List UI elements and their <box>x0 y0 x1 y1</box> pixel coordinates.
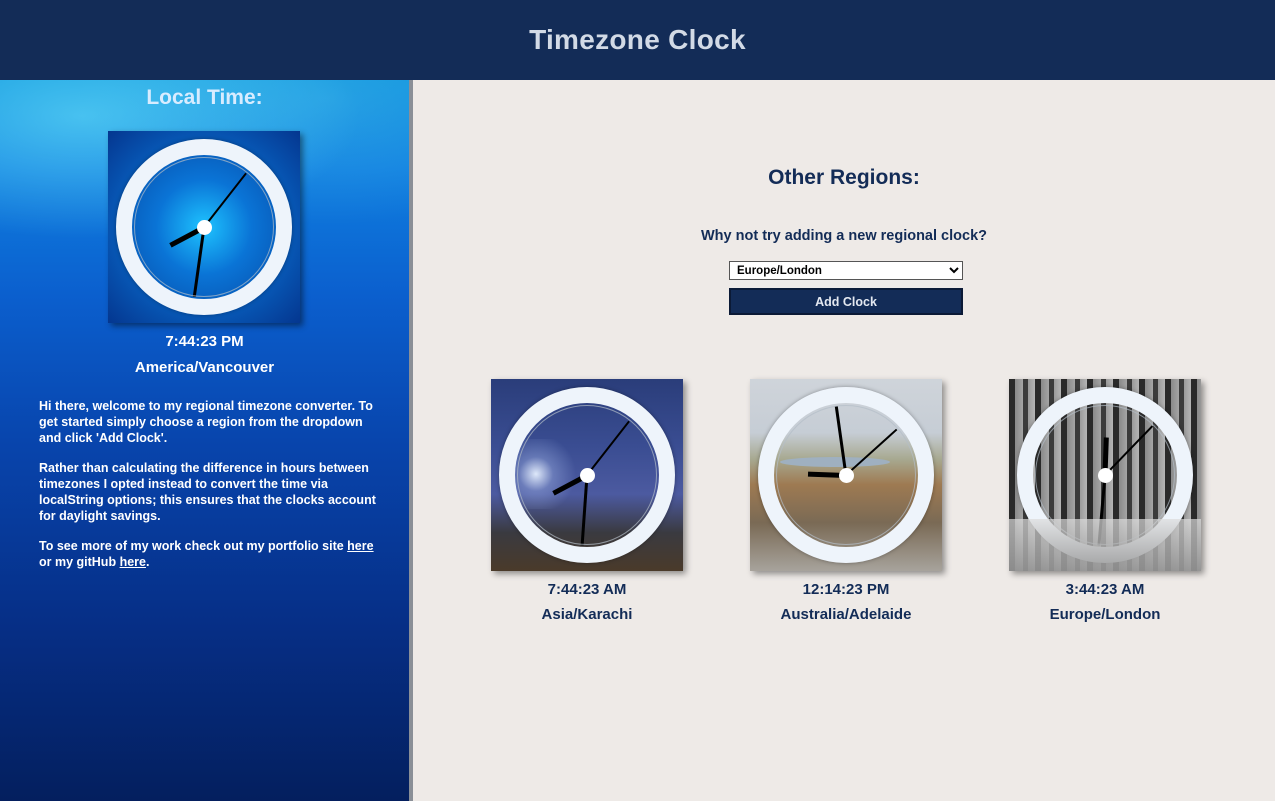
region-clock-tile <box>1009 379 1201 571</box>
region-clock-tile <box>750 379 942 571</box>
intro-p3-middle: or my gitHub <box>39 555 120 569</box>
local-clock-face <box>116 139 292 315</box>
second-hand <box>586 420 630 476</box>
local-time-text: 7:44:23 PM <box>165 333 244 350</box>
intro-p3-after: . <box>145 555 150 569</box>
region-select[interactable]: Europe/London <box>729 261 963 280</box>
second-hand <box>1104 425 1153 476</box>
add-clock-prompt: Why not try adding a new regional clock? <box>700 228 987 244</box>
clock-center-pin <box>1097 467 1113 483</box>
intro-paragraph-1: Hi there, welcome to my regional timezon… <box>39 399 373 445</box>
region-clock-face <box>1017 387 1193 563</box>
hour-hand <box>807 471 847 478</box>
hour-hand <box>552 472 589 496</box>
other-regions-heading: Other Regions: <box>768 166 920 189</box>
region-clock-card: 7:44:23 AM Asia/Karachi <box>491 379 683 623</box>
region-zone-text: Asia/Karachi <box>541 606 633 623</box>
intro-paragraph-3: To see more of my work check out my port… <box>39 538 379 570</box>
region-clock-face <box>499 387 675 563</box>
clock-center-pin <box>579 467 595 483</box>
second-hand <box>203 172 247 228</box>
clock-center-pin <box>196 219 212 235</box>
local-time-heading: Local Time: <box>146 86 263 109</box>
intro-p3-before: To see more of my work check out my port… <box>39 539 348 553</box>
intro-paragraph-2: Rather than calculating the difference i… <box>39 461 376 523</box>
region-time-text: 7:44:23 AM <box>547 581 627 598</box>
region-zone-text: Europe/London <box>1049 606 1161 623</box>
minute-hand <box>834 405 848 476</box>
hour-hand <box>169 224 206 248</box>
hour-hand <box>1102 436 1109 476</box>
github-link[interactable]: here <box>120 555 146 569</box>
region-clock-card: 12:14:23 PM Australia/Adelaide <box>750 379 942 623</box>
portfolio-link[interactable]: here <box>347 539 373 553</box>
minute-hand <box>192 226 206 297</box>
page-title: Timezone Clock <box>529 24 746 55</box>
second-hand <box>845 428 898 476</box>
local-zone-text: America/Vancouver <box>134 359 275 376</box>
clock-center-pin <box>838 467 854 483</box>
minute-hand <box>580 474 589 545</box>
minute-hand <box>1097 474 1107 545</box>
region-zone-text: Australia/Adelaide <box>780 606 912 623</box>
region-clock-face <box>758 387 934 563</box>
region-clock-card: 3:44:23 AM Europe/London <box>1009 379 1201 623</box>
add-clock-button[interactable]: Add Clock <box>729 288 963 315</box>
region-clock-tile <box>491 379 683 571</box>
local-clock-tile <box>108 131 300 323</box>
region-time-text: 3:44:23 AM <box>1065 581 1145 598</box>
intro-text: Hi there, welcome to my regional timezon… <box>39 398 379 584</box>
region-time-text: 12:14:23 PM <box>802 581 890 598</box>
app-header: Timezone Clock <box>0 0 1275 80</box>
